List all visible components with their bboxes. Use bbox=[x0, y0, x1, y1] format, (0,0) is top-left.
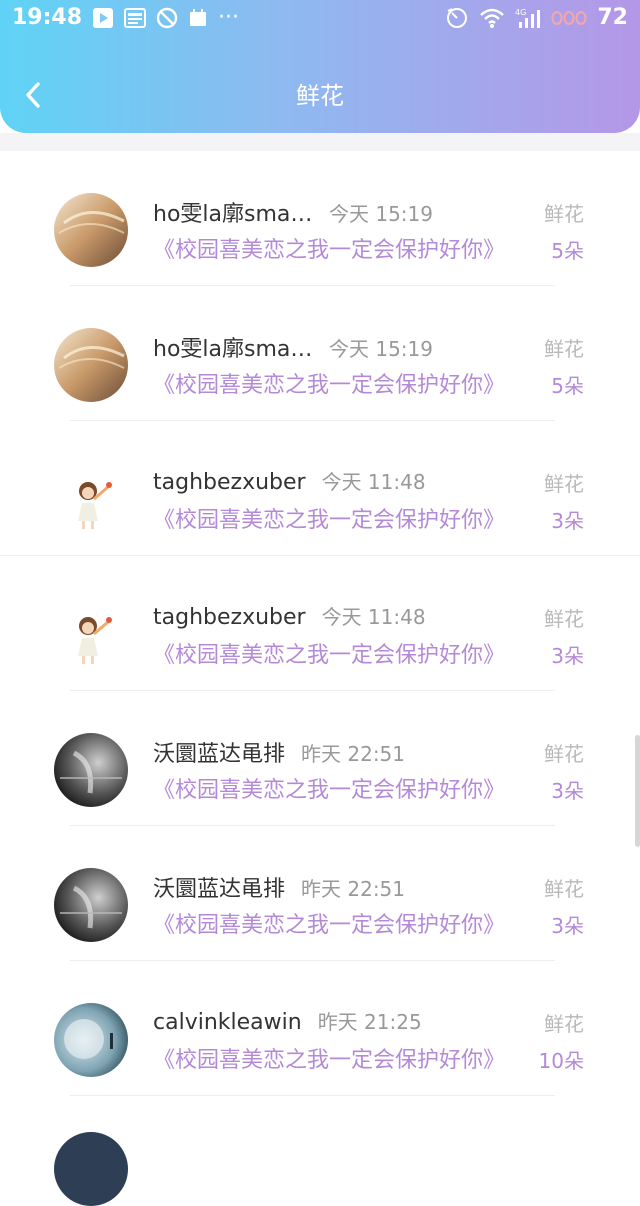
gift-count: 3朵 bbox=[551, 914, 584, 938]
gift-type-label: 鲜花 bbox=[544, 1012, 584, 1036]
avatar[interactable] bbox=[54, 1132, 128, 1206]
timestamp: 今天 15:19 bbox=[329, 337, 433, 361]
work-title-link[interactable]: 《校园喜美恋之我一定会保护好你》 bbox=[153, 1042, 505, 1074]
timestamp: 昨天 22:51 bbox=[301, 877, 406, 901]
list-item[interactable]: 沃圜蓝达黾排 昨天 22:51 《校园喜美恋之我一定会保护好你》 鲜花 3朵 bbox=[0, 826, 640, 961]
list-item[interactable]: taghbezxuber 今天 11:48 《校园喜美恋之我一定会保护好你》 鲜… bbox=[0, 421, 640, 556]
avatar[interactable] bbox=[54, 868, 128, 942]
work-title-link[interactable]: 《校园喜美恋之我一定会保护好你》 bbox=[153, 907, 505, 939]
timer-icon bbox=[445, 7, 469, 29]
username: ho雯la廓smar… bbox=[153, 202, 313, 227]
more-notifications-icon: ··· bbox=[218, 5, 240, 30]
list-item[interactable]: calvinkleawin 昨天 21:25 《校园喜美恋之我一定会保护好你》 … bbox=[0, 961, 640, 1096]
username: 沃圜蓝达黾排 bbox=[153, 877, 286, 902]
username: calvinkleawin bbox=[153, 1010, 302, 1035]
gift-type-label: 鲜花 bbox=[544, 337, 584, 361]
status-bar: 19:48 ··· 4G 72 bbox=[0, 0, 640, 36]
status-right: 4G 72 bbox=[445, 5, 628, 30]
timestamp: 今天 15:19 bbox=[329, 202, 433, 226]
gift-count: 3朵 bbox=[551, 509, 584, 533]
gift-count: 5朵 bbox=[551, 374, 584, 398]
avatar[interactable] bbox=[54, 733, 128, 807]
gift-count: 3朵 bbox=[551, 779, 584, 803]
gift-count: 5朵 bbox=[551, 239, 584, 263]
wifi-icon bbox=[479, 7, 505, 29]
work-title-link[interactable]: 《校园喜美恋之我一定会保护好你》 bbox=[153, 637, 505, 669]
gift-type-label: 鲜花 bbox=[544, 607, 584, 631]
work-title-link[interactable]: 《校园喜美恋之我一定会保护好你》 bbox=[153, 232, 505, 264]
avatar[interactable] bbox=[54, 1003, 128, 1077]
gift-type-label: 鲜花 bbox=[544, 472, 584, 496]
news-icon bbox=[124, 7, 147, 29]
signal-icon: 4G bbox=[515, 7, 541, 29]
work-title-link[interactable]: 《校园喜美恋之我一定会保护好你》 bbox=[153, 367, 505, 399]
play-icon bbox=[92, 7, 114, 29]
battery-icon bbox=[551, 7, 587, 29]
username: 沃圜蓝达黾排 bbox=[153, 742, 286, 767]
timestamp: 今天 11:48 bbox=[321, 470, 426, 494]
avatar[interactable] bbox=[54, 193, 128, 267]
scrollbar[interactable] bbox=[635, 735, 640, 847]
status-left: 19:48 ··· bbox=[12, 5, 239, 30]
timestamp: 昨天 21:25 bbox=[317, 1010, 422, 1034]
app-header: 19:48 ··· 4G 72 鲜花 bbox=[0, 0, 640, 133]
blocked-icon bbox=[156, 7, 178, 29]
timestamp: 今天 11:48 bbox=[321, 605, 426, 629]
gift-type-label: 鲜花 bbox=[544, 202, 584, 226]
list-item[interactable]: 沃圜蓝达黾排 昨天 22:51 《校园喜美恋之我一定会保护好你》 鲜花 3朵 bbox=[0, 691, 640, 826]
gift-count: 10朵 bbox=[538, 1049, 584, 1073]
avatar[interactable] bbox=[54, 598, 128, 672]
work-title-link[interactable]: 《校园喜美恋之我一定会保护好你》 bbox=[153, 502, 505, 534]
timestamp: 昨天 22:51 bbox=[301, 742, 406, 766]
avatar[interactable] bbox=[54, 328, 128, 402]
username: ho雯la廓smar… bbox=[153, 337, 313, 362]
svg-text:4G: 4G bbox=[515, 8, 526, 17]
gift-type-label: 鲜花 bbox=[544, 742, 584, 766]
page-title: 鲜花 bbox=[296, 82, 344, 110]
header-gap bbox=[0, 133, 640, 151]
flower-gift-list: ho雯la廓smar… 今天 15:19 《校园喜美恋之我一定会保护好你》 鲜花… bbox=[0, 151, 640, 1096]
list-item[interactable]: ho雯la廓smar… 今天 15:19 《校园喜美恋之我一定会保护好你》 鲜花… bbox=[0, 151, 640, 286]
gift-type-label: 鲜花 bbox=[544, 877, 584, 901]
avatar[interactable] bbox=[54, 463, 128, 537]
divider bbox=[70, 1095, 555, 1096]
list-item[interactable]: taghbezxuber 今天 11:48 《校园喜美恋之我一定会保护好你》 鲜… bbox=[0, 556, 640, 691]
calendar-icon bbox=[188, 7, 208, 29]
battery-level: 72 bbox=[597, 5, 628, 30]
username: taghbezxuber bbox=[153, 605, 306, 630]
gift-count: 3朵 bbox=[551, 644, 584, 668]
status-time: 19:48 bbox=[12, 5, 83, 30]
work-title-link[interactable]: 《校园喜美恋之我一定会保护好你》 bbox=[153, 772, 505, 804]
username: taghbezxuber bbox=[153, 470, 306, 495]
list-item[interactable]: ho雯la廓smar… 今天 15:19 《校园喜美恋之我一定会保护好你》 鲜花… bbox=[0, 286, 640, 421]
